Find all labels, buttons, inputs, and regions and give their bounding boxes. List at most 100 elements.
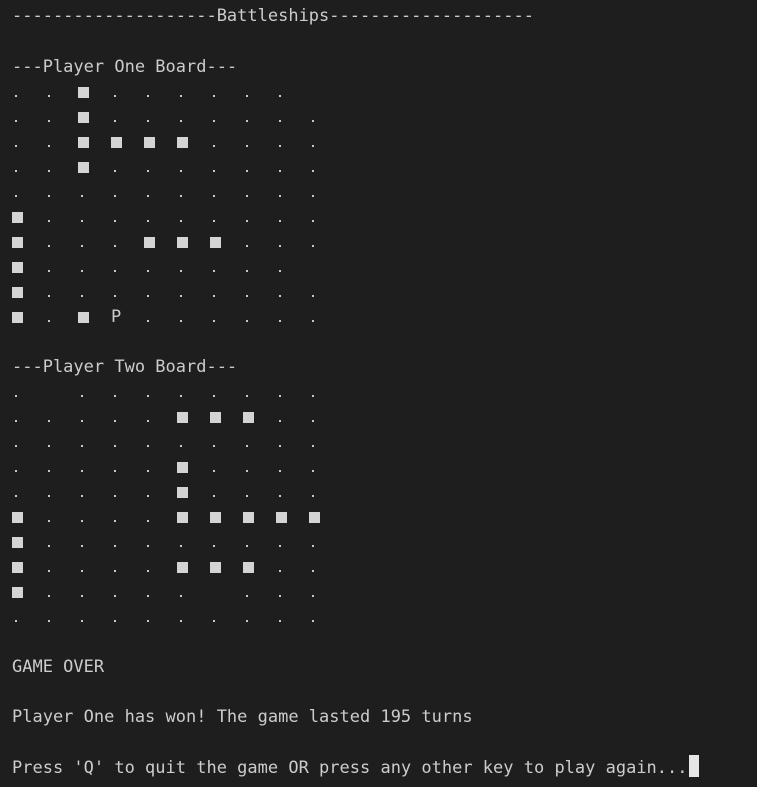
empty-cell: [177, 180, 191, 205]
blank-cell: [45, 380, 59, 405]
empty-cell: [78, 180, 92, 205]
empty-cell: [276, 530, 290, 555]
ship-cell: [12, 230, 26, 255]
ship-cell: [78, 80, 92, 105]
terminal-window[interactable]: --------------------Battleships---------…: [0, 0, 757, 787]
empty-cell: [276, 105, 290, 130]
empty-cell: [243, 180, 257, 205]
empty-cell: [276, 80, 290, 105]
ship-cell: [177, 505, 191, 530]
empty-cell: [111, 580, 125, 605]
empty-cell: [144, 180, 158, 205]
empty-cell: [45, 605, 59, 630]
empty-cell: [243, 280, 257, 305]
empty-cell: [309, 405, 323, 430]
ship-cell: [177, 230, 191, 255]
ship-cell: [144, 230, 158, 255]
empty-cell: [45, 180, 59, 205]
empty-cell: [243, 155, 257, 180]
empty-cell: [243, 580, 257, 605]
empty-cell: [276, 555, 290, 580]
empty-cell: [276, 230, 290, 255]
ship-cell: [243, 405, 257, 430]
ship-cell: [12, 530, 26, 555]
empty-cell: [177, 605, 191, 630]
empty-cell: [78, 505, 92, 530]
text-cursor[interactable]: [688, 755, 699, 777]
empty-cell: [243, 230, 257, 255]
empty-cell: [276, 305, 290, 330]
empty-cell: [210, 280, 224, 305]
ship-cell: [78, 155, 92, 180]
ship-cell: [12, 205, 26, 230]
game-title: --------------------Battleships---------…: [12, 6, 534, 26]
empty-cell: [45, 455, 59, 480]
empty-cell: [210, 80, 224, 105]
ship-cell: [177, 555, 191, 580]
empty-cell: [45, 480, 59, 505]
empty-cell: [243, 480, 257, 505]
empty-cell: [144, 605, 158, 630]
empty-cell: [276, 455, 290, 480]
empty-cell: [177, 430, 191, 455]
empty-cell: [111, 505, 125, 530]
empty-cell: [309, 230, 323, 255]
empty-cell: [177, 205, 191, 230]
empty-cell: [210, 605, 224, 630]
empty-cell: [144, 530, 158, 555]
empty-cell: [144, 205, 158, 230]
empty-cell: [243, 255, 257, 280]
empty-cell: [45, 80, 59, 105]
empty-cell: [12, 405, 26, 430]
empty-cell: [144, 430, 158, 455]
result-text: Player One has won! The game lasted 195 …: [12, 707, 473, 727]
empty-cell: [210, 255, 224, 280]
empty-cell: [144, 555, 158, 580]
empty-cell: [177, 155, 191, 180]
empty-cell: [78, 205, 92, 230]
ship-cell: [12, 255, 26, 280]
empty-cell: [210, 205, 224, 230]
empty-cell: [309, 305, 323, 330]
empty-cell: [78, 280, 92, 305]
empty-cell: [144, 105, 158, 130]
ship-cell: [12, 280, 26, 305]
empty-cell: [210, 180, 224, 205]
blank-cell: [210, 580, 224, 605]
ship-cell: [210, 505, 224, 530]
empty-cell: [276, 580, 290, 605]
ship-cell: [78, 130, 92, 155]
empty-cell: [45, 305, 59, 330]
empty-cell: [111, 205, 125, 230]
empty-cell: [210, 480, 224, 505]
empty-cell: [78, 430, 92, 455]
empty-cell: [144, 455, 158, 480]
empty-cell: [45, 555, 59, 580]
empty-cell: [309, 530, 323, 555]
empty-cell: [177, 530, 191, 555]
empty-cell: [144, 305, 158, 330]
empty-cell: [276, 155, 290, 180]
empty-cell: [276, 255, 290, 280]
empty-cell: [111, 155, 125, 180]
empty-cell: [276, 380, 290, 405]
empty-cell: [45, 205, 59, 230]
empty-cell: [144, 480, 158, 505]
empty-cell: [210, 455, 224, 480]
empty-cell: [78, 530, 92, 555]
empty-cell: [177, 280, 191, 305]
empty-cell: [243, 305, 257, 330]
empty-cell: [309, 205, 323, 230]
player-one-board-label: ---Player One Board---: [12, 57, 238, 77]
empty-cell: [78, 230, 92, 255]
empty-cell: [45, 130, 59, 155]
ship-cell: [78, 105, 92, 130]
empty-cell: [111, 230, 125, 255]
empty-cell: [243, 205, 257, 230]
empty-cell: [210, 380, 224, 405]
empty-cell: [45, 155, 59, 180]
empty-cell: [45, 580, 59, 605]
empty-cell: [45, 230, 59, 255]
player-two-board-label: ---Player Two Board---: [12, 357, 238, 377]
ship-cell: [12, 305, 26, 330]
